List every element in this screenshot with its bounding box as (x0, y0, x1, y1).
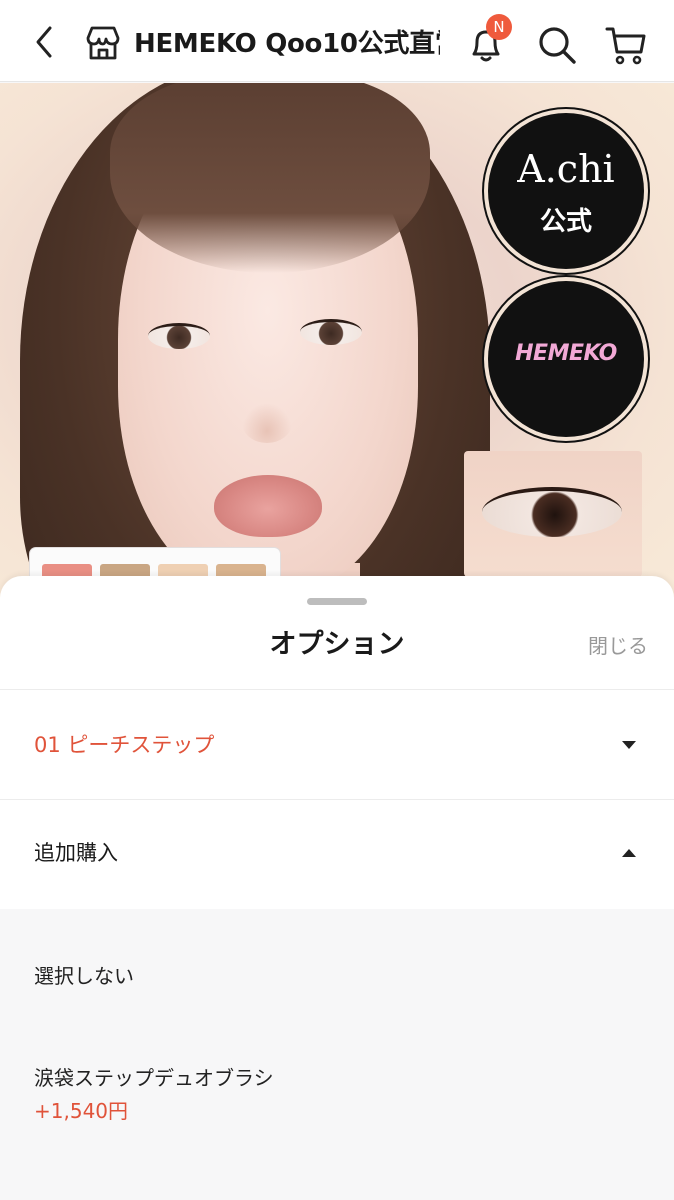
achi-official-badge: A.chi 公式 (488, 113, 644, 269)
top-nav-bar: HEMEKO Qoo10公式直営 N (0, 0, 674, 82)
hemeko-logo-text: HEMEKO (515, 341, 617, 366)
caret-up-icon (622, 849, 636, 857)
search-icon[interactable] (536, 24, 578, 66)
notification-badge: N (486, 14, 512, 40)
addon-list: 選択しない 涙袋ステップデュオブラシ +1,540円 (0, 909, 674, 1200)
model-left-eye (148, 323, 210, 349)
product-hero-image: A.chi 公式 HEMEKO (0, 83, 674, 603)
back-icon[interactable] (26, 22, 66, 62)
store-icon[interactable] (84, 24, 122, 62)
sheet-title: オプション (269, 629, 405, 660)
option-select-dropdown[interactable]: 01 ピーチステップ (0, 690, 674, 798)
caret-down-icon (622, 741, 636, 749)
selected-option-label: 01 ピーチステップ (34, 733, 215, 757)
sheet-drag-handle[interactable] (307, 598, 367, 605)
store-title[interactable]: HEMEKO Qoo10公式直営 (134, 26, 440, 62)
option-bottom-sheet: オプション 閉じる 01 ピーチステップ 追加購入 選択しない 涙袋ステップデュ… (0, 576, 674, 1200)
addon-item-brush-price: +1,540円 (34, 1099, 129, 1123)
addon-item-brush[interactable]: 涙袋ステップデュオブラシ (34, 1063, 274, 1093)
addon-item-none[interactable]: 選択しない (34, 961, 134, 991)
additional-purchase-dropdown[interactable]: 追加購入 (0, 800, 674, 908)
model-right-eye (300, 319, 362, 345)
achi-logo-text: A.chi (517, 147, 615, 191)
close-button[interactable]: 閉じる (588, 632, 648, 660)
eye-closeup-inset (464, 451, 642, 577)
model-lips (214, 475, 322, 537)
additional-purchase-label: 追加購入 (34, 841, 118, 865)
hemeko-badge: HEMEKO (488, 281, 644, 437)
official-text: 公式 (539, 207, 592, 237)
eye-closeup (482, 487, 622, 537)
cart-icon[interactable] (604, 24, 648, 66)
model-nose (242, 403, 292, 443)
